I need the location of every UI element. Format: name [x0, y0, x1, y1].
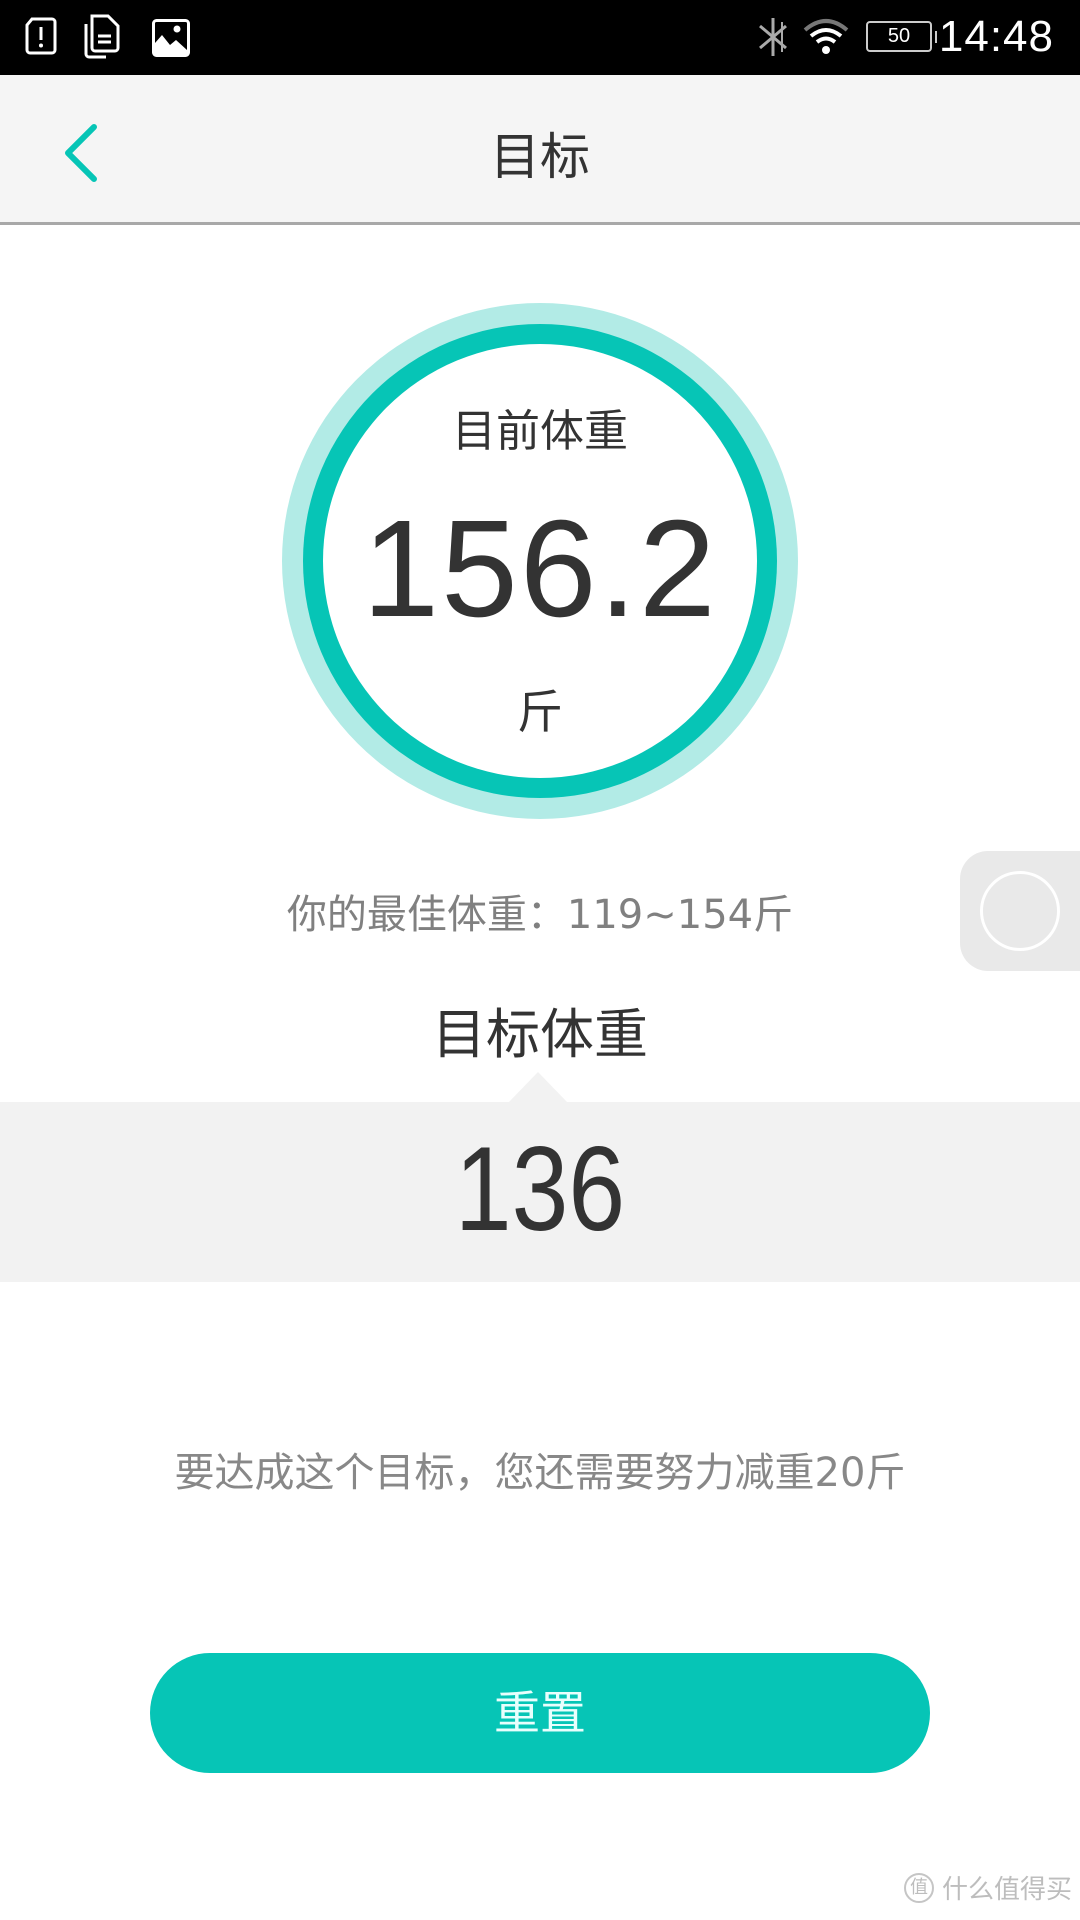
- bluetooth-off-icon: [756, 16, 790, 62]
- watermark-text: 什么值得买: [941, 1875, 1072, 1905]
- status-bar: 50 14:48: [0, 0, 1080, 75]
- image-icon: [152, 19, 190, 61]
- goal-hint-text: 要达成这个目标，您还需要努力减重20斤: [174, 1450, 906, 1496]
- target-weight-picker[interactable]: 136: [0, 1102, 1080, 1282]
- page-title: 目标: [490, 128, 590, 186]
- assistive-touch-icon: [980, 871, 1060, 951]
- watermark-logo-icon: 值: [903, 1872, 934, 1903]
- watermark: 值 什么值得买: [903, 1869, 1072, 1906]
- current-weight-unit: 斤: [517, 685, 563, 739]
- documents-icon: [80, 14, 124, 64]
- floating-assistive-button[interactable]: [960, 851, 1080, 971]
- wifi-icon: [802, 18, 850, 60]
- sim-alert-icon: [24, 16, 58, 60]
- target-weight-value[interactable]: 136: [81, 1120, 999, 1258]
- picker-pointer: [509, 1072, 567, 1102]
- battery-indicator: 50: [866, 21, 937, 52]
- clock: 14:48: [938, 12, 1054, 61]
- best-weight-range: 你的最佳体重：119~154斤: [286, 892, 794, 938]
- current-weight-value: 156.2: [362, 492, 718, 646]
- current-weight-label: 目前体重: [452, 406, 628, 457]
- app-header: 目标: [0, 75, 1080, 225]
- reset-button[interactable]: 重置: [150, 1653, 930, 1773]
- target-weight-title: 目标体重: [432, 1003, 648, 1066]
